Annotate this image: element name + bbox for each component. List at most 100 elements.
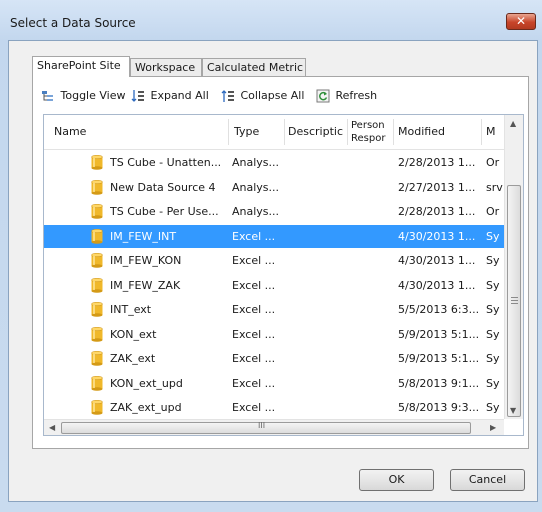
cell-modified: 2/27/2013 1...	[398, 180, 476, 194]
scroll-down-arrow-icon[interactable]: ▼	[510, 406, 516, 415]
thumb-grip	[511, 303, 518, 304]
scroll-up-arrow-icon[interactable]: ▲	[510, 119, 516, 128]
ok-button[interactable]: OK	[359, 469, 434, 491]
column-divider[interactable]	[393, 119, 394, 145]
vertical-scrollbar[interactable]: ▲ ▼	[504, 115, 523, 419]
data-source-cylinder-icon	[91, 326, 103, 342]
cell-type: Excel ...	[232, 327, 276, 341]
column-header-m[interactable]: M	[486, 115, 504, 149]
data-source-cylinder-icon	[91, 375, 103, 391]
dialog-window: Select a Data Source ✕ SharePoint Site W…	[0, 0, 542, 512]
cell-name: IM_FEW_ZAK	[110, 278, 181, 292]
header-label: M	[486, 125, 496, 138]
collapse-all-icon	[221, 90, 234, 102]
cell-m: Sy	[486, 278, 500, 292]
collapse-all-button[interactable]: Collapse All	[221, 86, 304, 106]
expand-all-button[interactable]: Expand All	[131, 86, 209, 106]
cell-name: TS Cube - Unatten...	[110, 156, 222, 169]
cell-name: ZAK_ext	[110, 352, 156, 365]
column-header-description[interactable]: Descriptic	[288, 115, 343, 149]
table-row[interactable]: INT_ext Excel ... 5/5/2013 6:3... Sy	[44, 298, 504, 321]
cell-m: srv	[486, 180, 503, 194]
tab-sharepoint-site[interactable]: SharePoint Site	[32, 56, 130, 77]
expand-all-icon	[131, 90, 144, 102]
cell-modified: 4/30/2013 1...	[398, 278, 476, 292]
header-label: Modified	[398, 125, 445, 138]
cell-name: ZAK_ext_upd	[110, 401, 182, 414]
ok-label: OK	[388, 473, 405, 486]
title-bar[interactable]: Select a Data Source ✕	[0, 0, 542, 40]
tab-calculated-metric[interactable]: Calculated Metric	[202, 58, 306, 76]
cell-name: KON_ext	[110, 327, 157, 341]
table-row[interactable]: New Data Source 4 Analys... 2/27/2013 1...…	[44, 176, 504, 199]
column-header-modified[interactable]: Modified	[398, 115, 478, 149]
cell-modified: 5/5/2013 6:3...	[398, 303, 480, 316]
cell-modified: 4/30/2013 1...	[398, 254, 476, 267]
table-row[interactable]: TS Cube - Unatten... Analys... 2/28/2013 1…	[44, 151, 504, 174]
scroll-right-arrow-icon[interactable]: ▶	[490, 423, 496, 432]
cell-m: Or	[486, 156, 500, 169]
tab-label: Workspace	[135, 61, 196, 74]
cell-name: KON_ext_upd	[110, 376, 183, 390]
cell-type: Analys...	[232, 180, 280, 194]
column-divider[interactable]	[347, 119, 348, 145]
cell-modified: 5/9/2013 5:1...	[398, 327, 480, 341]
cell-modified: 2/28/2013 1...	[398, 156, 476, 169]
collapse-all-label: Collapse All	[240, 89, 305, 102]
cell-m: Sy	[486, 254, 500, 267]
cell-type: Excel ...	[232, 254, 276, 267]
cell-m: Sy	[486, 401, 500, 414]
scroll-left-arrow-icon[interactable]: ◀	[49, 423, 55, 432]
thumb-grip	[511, 300, 518, 301]
cancel-label: Cancel	[468, 473, 507, 486]
data-source-cylinder-icon	[91, 351, 103, 366]
table-row[interactable]: KON_ext Excel ... 5/9/2013 5:1... Sy	[44, 323, 504, 346]
header-label-line1: Person	[351, 120, 385, 131]
horizontal-scrollbar[interactable]: ◀ III ▶	[44, 419, 504, 435]
close-button[interactable]: ✕	[506, 13, 536, 30]
cell-name: New Data Source 4	[110, 180, 216, 194]
cell-m: Sy	[486, 229, 500, 243]
cell-type: Analys...	[232, 205, 280, 218]
cell-modified: 5/8/2013 9:1...	[398, 376, 480, 390]
data-source-grid: Name Type Descriptic Person Respor Modif…	[43, 114, 524, 436]
tab-label: SharePoint Site	[37, 59, 121, 72]
cell-modified: 4/30/2013 1...	[398, 229, 476, 243]
table-row[interactable]: IM_FEW_INT Excel ... 4/30/2013 1... Sy	[44, 224, 504, 248]
cell-name: IM_FEW_KON	[110, 254, 182, 267]
close-icon: ✕	[515, 14, 527, 28]
tab-workspace[interactable]: Workspace	[130, 58, 202, 76]
cell-name: TS Cube - Per Use...	[110, 205, 219, 218]
table-row[interactable]: IM_FEW_ZAK Excel ... 4/30/2013 1... Sy	[44, 274, 504, 297]
refresh-button[interactable]: Refresh	[316, 86, 377, 106]
data-source-cylinder-icon	[91, 179, 103, 195]
column-header-name[interactable]: Name	[54, 115, 224, 149]
column-divider[interactable]	[284, 119, 285, 145]
cell-modified: 2/28/2013 1...	[398, 205, 476, 218]
horizontal-scroll-thumb[interactable]: III	[61, 421, 471, 434]
thumb-grip: III	[258, 421, 266, 430]
vertical-scroll-thumb[interactable]	[507, 185, 521, 417]
cell-type: Excel ...	[232, 229, 276, 243]
column-header-type[interactable]: Type	[234, 115, 282, 149]
cell-m: Sy	[486, 352, 500, 365]
toggle-view-button[interactable]: Toggle View	[41, 86, 125, 106]
data-source-cylinder-icon	[91, 253, 103, 268]
header-label: Descriptic	[288, 125, 343, 138]
table-row[interactable]: KON_ext_upd Excel ... 5/8/2013 9:1... Sy	[44, 372, 504, 395]
cell-type: Excel ...	[232, 352, 276, 365]
column-header-person-responsible[interactable]: Person Respor	[351, 115, 391, 149]
column-divider[interactable]	[228, 119, 229, 145]
cell-m: Sy	[486, 303, 500, 316]
cancel-button[interactable]: Cancel	[450, 469, 525, 491]
expand-all-label: Expand All	[150, 89, 209, 102]
cell-type: Excel ...	[232, 278, 276, 292]
table-row[interactable]: IM_FEW_KON Excel ... 4/30/2013 1... Sy	[44, 249, 504, 272]
header-label: Type	[234, 125, 260, 138]
grid-header: Name Type Descriptic Person Respor Modif…	[44, 115, 504, 150]
table-row[interactable]: ZAK_ext_upd Excel ... 5/8/2013 9:3... Sy	[44, 396, 504, 419]
table-row[interactable]: TS Cube - Per Use... Analys... 2/28/2013 1…	[44, 200, 504, 223]
table-row[interactable]: ZAK_ext Excel ... 5/9/2013 5:1... Sy	[44, 347, 504, 370]
data-source-cylinder-icon	[91, 277, 103, 293]
column-divider[interactable]	[481, 119, 482, 145]
